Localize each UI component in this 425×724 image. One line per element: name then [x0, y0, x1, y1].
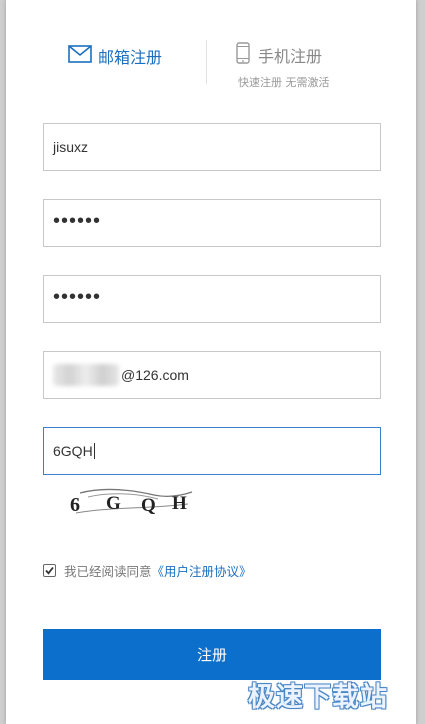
text-caret — [93, 443, 95, 459]
register-button[interactable]: 注册 — [43, 629, 381, 680]
captcha-input[interactable]: 6GQH — [43, 427, 381, 475]
username-value: jisuxz — [53, 139, 89, 155]
agreement-link[interactable]: 《用户注册协议》 — [152, 561, 252, 580]
username-input[interactable]: jisuxz — [43, 123, 381, 171]
svg-text:Q: Q — [141, 495, 156, 516]
svg-text:6: 6 — [70, 494, 80, 516]
confirm-password-value: •••••• — [53, 286, 102, 308]
mobile-phone-icon — [236, 42, 250, 68]
tab-phone-label: 手机注册 — [258, 47, 323, 66]
svg-text:H: H — [172, 493, 187, 514]
svg-text:G: G — [106, 493, 121, 514]
register-panel: 邮箱注册 手机注册 快速注册 无需激活 jisuxz •••••• ••••••… — [6, 0, 416, 724]
tab-phone-subtitle: 快速注册 无需激活 — [238, 76, 330, 89]
tab-phone-register[interactable]: 手机注册 快速注册 无需激活 — [236, 42, 330, 90]
agreement-checkbox[interactable] — [43, 564, 56, 577]
confirm-password-input[interactable]: •••••• — [43, 275, 381, 323]
agreement-text: 我已经阅读同意 — [64, 564, 152, 579]
tab-email-label: 邮箱注册 — [98, 48, 163, 67]
password-value: •••••• — [53, 210, 102, 232]
email-redacted-part — [53, 364, 119, 386]
email-value: @126.com — [121, 367, 189, 383]
password-input[interactable]: •••••• — [43, 199, 381, 247]
checkmark-icon — [45, 566, 54, 575]
captcha-input-value: 6GQH — [53, 443, 93, 459]
envelope-icon — [68, 45, 92, 67]
watermark-logo: 极速下载站 — [248, 682, 388, 713]
tab-email-register[interactable]: 邮箱注册 — [68, 44, 162, 68]
captcha-image[interactable]: 6 G Q H — [58, 483, 194, 519]
email-input[interactable]: @126.com — [43, 351, 381, 399]
tab-divider — [206, 40, 207, 84]
agreement-row: 我已经阅读同意 《用户注册协议》 — [43, 561, 252, 580]
